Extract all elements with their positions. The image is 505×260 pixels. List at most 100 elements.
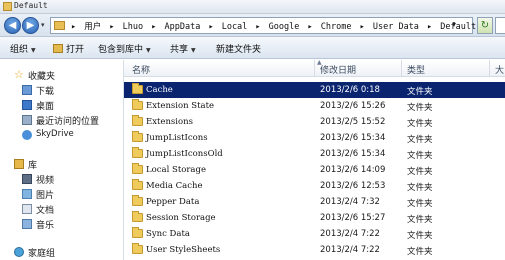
cloud-icon	[22, 130, 32, 140]
file-row[interactable]: JumpListIcons 2013/2/6 15:34 文件夹	[124, 130, 505, 146]
breadcrumb-item[interactable]: Default	[440, 22, 476, 32]
file-name: Media Cache	[146, 181, 203, 191]
file-date: 2013/2/6 15:34	[320, 149, 386, 159]
file-row[interactable]: User StyleSheets 2013/2/4 7:22 文件夹	[124, 242, 505, 258]
address-bar[interactable]: ▸ 用户 ▸ Lhuo ▸ AppData ▸ Local ▸ Google ▸…	[50, 17, 489, 34]
column-divider[interactable]	[401, 60, 402, 77]
folder-icon	[132, 227, 143, 238]
nav-label: 收藏夹	[28, 72, 56, 82]
arrow-right-icon: ▶	[26, 20, 35, 31]
nav-label: 桌面	[36, 102, 55, 112]
folder-icon	[132, 99, 143, 110]
organize-button[interactable]: 组织 ▼	[10, 42, 36, 55]
file-type: 文件夹	[407, 87, 433, 97]
breadcrumb-item[interactable]: Chrome	[321, 22, 352, 32]
picture-icon	[22, 189, 32, 199]
breadcrumb-item[interactable]: Lhuo	[123, 22, 143, 32]
breadcrumb-separator: ▸	[255, 22, 261, 32]
file-date: 2013/2/6 12:53	[320, 181, 386, 191]
file-date: 2013/2/6 0:18	[320, 85, 380, 95]
share-button[interactable]: 共享 ▼	[170, 42, 196, 55]
breadcrumb-separator: ▸	[71, 22, 77, 32]
nav-label: 下载	[36, 87, 55, 97]
refresh-button[interactable]: ↻	[477, 17, 493, 34]
folder-icon	[132, 83, 143, 94]
breadcrumb[interactable]: ▸ 用户 ▸ Lhuo ▸ AppData ▸ Local ▸ Google ▸…	[71, 20, 492, 32]
file-name: Extensions	[146, 117, 193, 127]
new-folder-button[interactable]: 新建文件夹	[216, 42, 261, 55]
breadcrumb-item[interactable]: Local	[222, 22, 248, 32]
folder-icon	[132, 131, 143, 142]
chevron-down-icon: ▼	[146, 47, 151, 54]
column-header-name[interactable]: 名称	[132, 63, 150, 76]
file-row[interactable]: Media Cache 2013/2/6 12:53 文件夹	[124, 178, 505, 194]
file-row[interactable]: Session Storage 2013/2/6 15:27 文件夹	[124, 210, 505, 226]
column-header-type[interactable]: 类型	[407, 63, 425, 76]
refresh-icon: ↻	[480, 20, 490, 31]
file-type: 文件夹	[407, 183, 433, 193]
file-name: Cache	[146, 85, 173, 95]
recent-pages-dropdown[interactable]: ▾	[41, 21, 45, 29]
folder-icon	[132, 211, 143, 222]
file-date: 2013/2/6 15:26	[320, 101, 386, 111]
music-icon	[22, 219, 32, 229]
file-row[interactable]: Sync Data 2013/2/4 7:22 文件夹	[124, 226, 505, 242]
file-name: User StyleSheets	[146, 245, 221, 255]
file-type: 文件夹	[407, 135, 433, 145]
search-input[interactable]	[495, 17, 505, 34]
command-bar: 组织 ▼ 打开 包含到库中 ▼ 共享 ▼ 新建文件夹	[0, 37, 505, 59]
address-dropdown[interactable]: ▾	[452, 20, 456, 29]
file-name: Session Storage	[146, 213, 216, 223]
document-icon	[22, 204, 32, 214]
nav-label: 文档	[36, 206, 55, 216]
file-type: 文件夹	[407, 215, 433, 225]
nav-label: 库	[28, 161, 38, 171]
recent-places-icon	[22, 115, 32, 125]
column-header-row: ▲ 名称 修改日期 类型 大	[124, 59, 505, 77]
nav-label: 家庭组	[28, 249, 56, 259]
file-name: Local Storage	[146, 165, 206, 175]
file-row[interactable]: Cache 2013/2/6 0:18 文件夹	[124, 82, 505, 98]
breadcrumb-separator: ▸	[109, 22, 115, 32]
file-row[interactable]: Extensions 2013/2/5 15:52 文件夹	[124, 114, 505, 130]
file-date: 2013/2/5 15:52	[320, 117, 386, 127]
folder-icon	[53, 44, 63, 53]
file-type: 文件夹	[407, 119, 433, 129]
video-icon	[22, 174, 32, 184]
column-header-date[interactable]: 修改日期	[320, 63, 356, 76]
breadcrumb-item[interactable]: AppData	[165, 22, 201, 32]
file-date: 2013/2/6 14:09	[320, 165, 386, 175]
file-row[interactable]: Local Storage 2013/2/6 14:09 文件夹	[124, 162, 505, 178]
file-date: 2013/2/4 7:22	[320, 229, 380, 239]
breadcrumb-separator: ▸	[307, 22, 313, 32]
include-in-library-button[interactable]: 包含到库中 ▼	[98, 42, 151, 55]
folder-icon	[132, 115, 143, 126]
breadcrumb-separator: ▸	[427, 22, 433, 32]
open-button[interactable]: 打开	[53, 42, 84, 55]
file-row[interactable]: Pepper Data 2013/2/4 7:32 文件夹	[124, 194, 505, 210]
file-name: JumpListIcons	[146, 133, 208, 143]
file-date: 2013/2/6 15:27	[320, 213, 386, 223]
forward-button[interactable]: ▶	[22, 17, 39, 34]
column-divider[interactable]	[314, 60, 315, 77]
column-divider[interactable]	[489, 60, 490, 77]
file-type: 文件夹	[407, 167, 433, 177]
file-row[interactable]: Extension State 2013/2/6 15:26 文件夹	[124, 98, 505, 114]
file-list: ▲ 名称 修改日期 类型 大 Cache 2013/2/6 0:18 文件夹 E…	[124, 59, 505, 260]
breadcrumb-item[interactable]: Google	[269, 22, 300, 32]
breadcrumb-item[interactable]: 用户	[84, 22, 101, 32]
file-row[interactable]: JumpListIconsOld 2013/2/6 15:34 文件夹	[124, 146, 505, 162]
file-name: Sync Data	[146, 229, 190, 239]
file-type: 文件夹	[407, 103, 433, 113]
breadcrumb-item[interactable]: User Data	[373, 22, 419, 32]
column-header-size[interactable]: 大	[495, 63, 504, 76]
back-button[interactable]: ◀	[4, 17, 21, 34]
file-type: 文件夹	[407, 231, 433, 241]
open-label: 打开	[66, 45, 85, 55]
chevron-down-icon: ▼	[191, 47, 196, 54]
address-row: ◀ ▶ ▾ ▸ 用户 ▸ Lhuo ▸ AppData ▸ Local ▸ Go…	[0, 14, 505, 37]
breadcrumb-separator: ▸	[208, 22, 214, 32]
folder-icon	[132, 195, 143, 206]
file-type: 文件夹	[407, 199, 433, 209]
share-label: 共享	[170, 45, 189, 55]
